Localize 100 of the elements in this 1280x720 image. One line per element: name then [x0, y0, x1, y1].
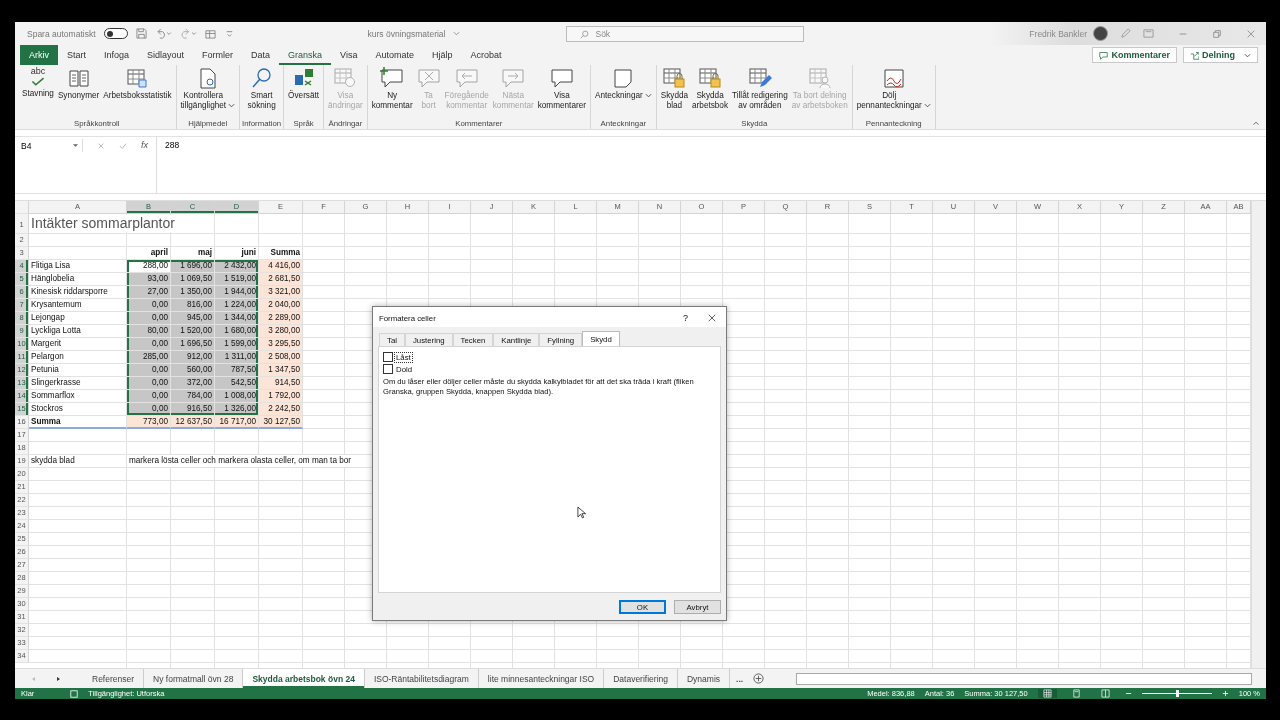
table-cell: 372,00 [171, 377, 215, 390]
table-cell: 2 040,00 [259, 299, 303, 312]
caret-icon[interactable] [453, 31, 461, 36]
collapse-ribbon-icon[interactable] [1252, 119, 1260, 127]
ribbon-tab[interactable]: Visa [331, 45, 367, 65]
table-cell: 16 717,00 [215, 416, 259, 429]
table-cell: 2 432,00 [215, 260, 259, 273]
ribbon-button[interactable]: Visa kommentarer [535, 67, 588, 118]
table-cell: 2 242,50 [259, 403, 303, 416]
comment-arrow-icon [501, 67, 526, 89]
zoom-in-icon[interactable] [1221, 690, 1229, 697]
table-cell: 3 280,00 [259, 325, 303, 338]
file-tab[interactable]: Arkiv [20, 45, 58, 65]
table-cell: 1 696,50 [171, 338, 215, 351]
normal-view-icon[interactable] [1037, 689, 1057, 698]
table-cell: 816,00 [171, 299, 215, 312]
ribbon-button[interactable]: Tillåt redigering av områden [730, 67, 790, 118]
ribbon-button[interactable]: abc Stavning [20, 67, 56, 118]
table-cell: 285,00 [127, 351, 171, 364]
table-cell: 1 350,00 [171, 286, 215, 299]
horizontal-scrollbar[interactable] [796, 672, 1252, 685]
table-cell: 0,00 [127, 377, 171, 390]
cancel-icon[interactable] [97, 142, 105, 150]
ribbon-tab[interactable]: Hjälp [423, 45, 462, 65]
save-icon[interactable] [135, 28, 147, 39]
table-cell: 93,00 [127, 273, 171, 286]
ribbon-button[interactable]: Anteckningar [592, 67, 654, 118]
ribbon-button[interactable]: Kontrollera tillgänglighet [178, 67, 238, 118]
table-cell: 4 416,00 [259, 260, 303, 273]
table-cell: 945,00 [171, 312, 215, 325]
comments-button[interactable]: Kommentarer [1092, 47, 1177, 63]
formula-field[interactable]: 288 [156, 137, 1266, 193]
ribbon-button[interactable]: Ny kommentar [369, 67, 415, 118]
check-icon [30, 77, 45, 87]
add-sheet-icon[interactable] [753, 673, 765, 684]
redo-icon[interactable] [179, 28, 197, 39]
search-field[interactable]: Sök [566, 25, 805, 42]
table-cell: 12 637,50 [171, 416, 215, 429]
zoom-out-icon[interactable] [1124, 690, 1132, 697]
ribbon-button[interactable]: Dölj pennanteckningar [854, 67, 933, 118]
caret-icon[interactable] [228, 103, 236, 108]
sheet-tab[interactable]: Skydda arbetsbok övn 24 [243, 669, 365, 688]
checkbox[interactable] [383, 352, 393, 362]
caret-icon[interactable] [923, 103, 931, 108]
pen-icon[interactable] [1120, 28, 1131, 39]
ribbon-button[interactable]: Smart sökning [245, 67, 278, 118]
table-cell: 773,00 [127, 416, 171, 429]
ribbon-tab[interactable]: Automate [366, 45, 423, 65]
ribbon-button[interactable]: Översätt [286, 67, 322, 118]
ribbon-display-icon[interactable] [1143, 28, 1154, 39]
insert-function-button[interactable]: fx [141, 140, 148, 150]
table-cell: 2 508,00 [259, 351, 303, 364]
caret-icon[interactable] [644, 93, 652, 98]
check-icon[interactable] [119, 142, 127, 150]
table-cell: 1 680,00 [215, 325, 259, 338]
caret-icon[interactable] [1244, 52, 1251, 58]
ribbon-button[interactable]: Skydda arbetsbok [690, 67, 731, 118]
ribbon-tab[interactable]: Start [58, 45, 95, 65]
restore-icon[interactable] [1212, 28, 1222, 39]
ribbon-tab[interactable]: Data [242, 45, 280, 65]
table-cell: 1 519,00 [215, 273, 259, 286]
checkbox[interactable] [383, 364, 393, 374]
form-icon[interactable] [204, 28, 216, 39]
autosave-toggle[interactable] [103, 28, 128, 39]
cursor-icon [577, 506, 586, 519]
ribbon-tab[interactable]: Formler [193, 45, 243, 65]
table-cell: 1 696,00 [171, 260, 215, 273]
table-cell: 2 289,00 [259, 312, 303, 325]
table-cell: 784,00 [171, 390, 215, 403]
table-cell: 1 224,00 [215, 299, 259, 312]
ribbon-tab[interactable]: Sidlayout [138, 45, 194, 65]
table-cell: 560,00 [171, 364, 215, 377]
table-cell: 1 944,00 [215, 286, 259, 299]
table-cell: 0,00 [127, 403, 171, 416]
ribbon-button[interactable]: Skydda blad [658, 67, 691, 118]
table-cell: 1 326,00 [215, 403, 259, 416]
table-cell: 542,50 [215, 377, 259, 390]
autosave-label: Spara automatiskt [27, 28, 96, 39]
macro-icon[interactable] [70, 689, 79, 698]
table-cell: 2 681,50 [259, 273, 303, 286]
help-button[interactable]: ? [683, 313, 688, 323]
share-button[interactable]: Delning [1183, 47, 1258, 63]
table-cell: 1 311,00 [215, 351, 259, 364]
close-icon[interactable] [708, 314, 716, 322]
ribbon-tab[interactable]: Acrobat [461, 45, 511, 65]
comment-cross-icon [416, 67, 441, 89]
avatar-icon[interactable] [1093, 26, 1108, 41]
zoom-slider[interactable] [1175, 690, 1179, 697]
vertical-scrollbar[interactable] [1251, 201, 1266, 668]
ribbon-tab[interactable]: Granska [279, 45, 332, 65]
search-icon [580, 29, 590, 39]
table-cell: 912,00 [171, 351, 215, 364]
caret-icon[interactable] [72, 143, 79, 148]
document-title[interactable]: kurs övningsmaterial [367, 28, 446, 39]
ribbon-tab[interactable]: Infoga [95, 45, 139, 65]
name-box[interactable]: B4 [18, 139, 83, 152]
ribbon-button[interactable]: Arbetsboksstatistik [101, 67, 174, 118]
more-sheets-button[interactable]: ... [730, 669, 750, 688]
table-cell: 1 008,00 [215, 390, 259, 403]
ribbon-button[interactable]: Synonymer [55, 67, 102, 118]
